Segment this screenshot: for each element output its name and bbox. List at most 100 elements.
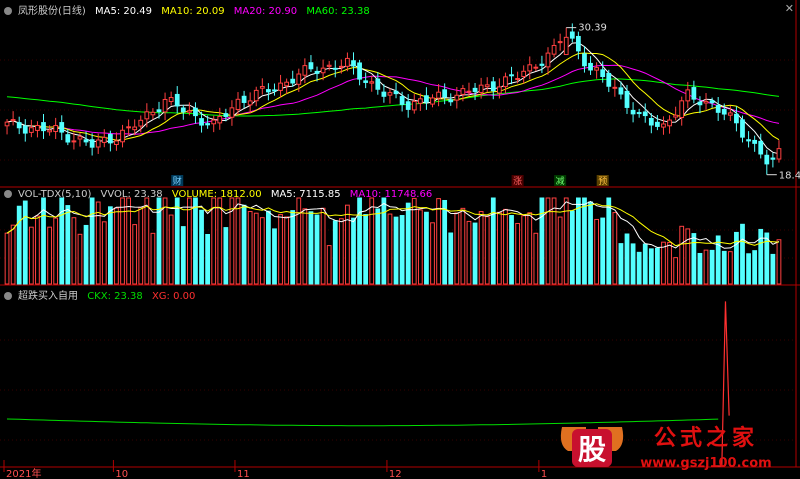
volume-bar [144,197,150,285]
candle-body [211,119,217,125]
candle-body [381,91,387,97]
candle-body [417,98,423,104]
candle-body [235,98,241,110]
volume-bar [375,208,381,285]
candle-body [387,92,393,96]
volume-bar [503,208,508,285]
candle-body [217,115,223,124]
candle-body [35,124,40,131]
candle-body [65,134,71,143]
candle-body [460,88,466,95]
candle-body [278,82,283,91]
candle-body [59,122,65,133]
volume-bar [107,206,113,285]
candle-body [114,140,119,145]
candle-body [442,89,448,98]
event-marker-zhang[interactable]: 涨 [513,176,522,187]
volume-bar [727,251,733,285]
candle-body [667,119,672,127]
candle-body [247,100,253,106]
volume-bar [490,197,496,285]
x-axis-tick-label: 2021年 [6,467,41,479]
volume-bar [114,207,119,285]
candle-body [180,107,186,113]
candle-body [582,53,587,67]
volume-bar [266,210,271,285]
candle-body [715,104,721,113]
candle-body [162,98,168,113]
candle-body [53,125,59,132]
candle-body [691,87,697,100]
volume-bar [600,217,606,285]
volume-bar [241,204,247,285]
watermark-url: www.gszj100.com [640,456,771,471]
candle-body [308,62,314,70]
volume-bar [53,217,59,285]
candle-body [375,78,381,90]
candle-body [594,67,600,71]
candle-body [89,139,95,148]
volume-bar [28,226,34,285]
candle-body [193,107,198,117]
volume-bar [199,209,204,285]
volume-bar [679,225,685,285]
candle-body [503,76,508,88]
volume-bar [193,197,198,285]
candle-body [764,154,770,165]
volume-bar [655,247,660,285]
volume-bar [150,232,156,285]
stock-chart[interactable]: 30.39 18.42 财 涨 减 预 2021年 10 11 12 1 [0,0,800,479]
volume-bar [345,204,350,285]
volume-bar [357,197,362,285]
volume-bar [162,197,168,285]
volume-bar [521,215,527,285]
volume-bar [575,197,581,285]
volume-bar [393,216,399,285]
candle-body [527,64,533,72]
volume-bar [606,197,612,285]
candle-body [776,148,782,160]
candle-body [509,74,514,77]
volume-bar [10,224,16,285]
volume-bar [138,206,144,285]
volume-bar [174,197,180,285]
candle-body [496,86,502,94]
candle-body [539,63,545,66]
candle-body [673,114,679,118]
candle-body [83,139,89,143]
candle-body [174,93,180,107]
volume-bar [734,231,739,285]
volume-bar [417,209,423,285]
volume-bar [770,253,776,285]
candle-body [563,36,569,56]
volume-bar [205,233,211,285]
candle-body [746,139,751,142]
volume-bar [430,222,435,285]
volume-bar [4,232,10,285]
candle-body [41,122,46,132]
candle-body [740,119,745,138]
event-marker-jian[interactable]: 减 [556,175,565,187]
candle-body [624,90,630,108]
candle-body [126,126,131,129]
volume-bar [448,232,454,285]
event-marker-yu[interactable]: 预 [598,176,607,187]
candle-body [521,70,527,77]
volume-bar [320,207,326,285]
candle-body [478,84,484,93]
event-marker-cai[interactable]: 财 [173,175,182,187]
candle-body [551,44,557,55]
candle-body [448,99,454,103]
volume-bar [642,243,648,285]
candle-body [703,100,709,104]
volume-bar [697,252,703,285]
volume-bar [721,250,727,285]
volume-bar [484,216,490,285]
x-axis-tick-label: 10 [115,469,128,479]
candle-body [168,97,174,103]
candle-body [557,41,563,44]
high-annotation: 30.39 [578,23,607,34]
candle-body [284,81,290,87]
volume-bar [247,211,253,285]
candle-body [4,121,10,127]
